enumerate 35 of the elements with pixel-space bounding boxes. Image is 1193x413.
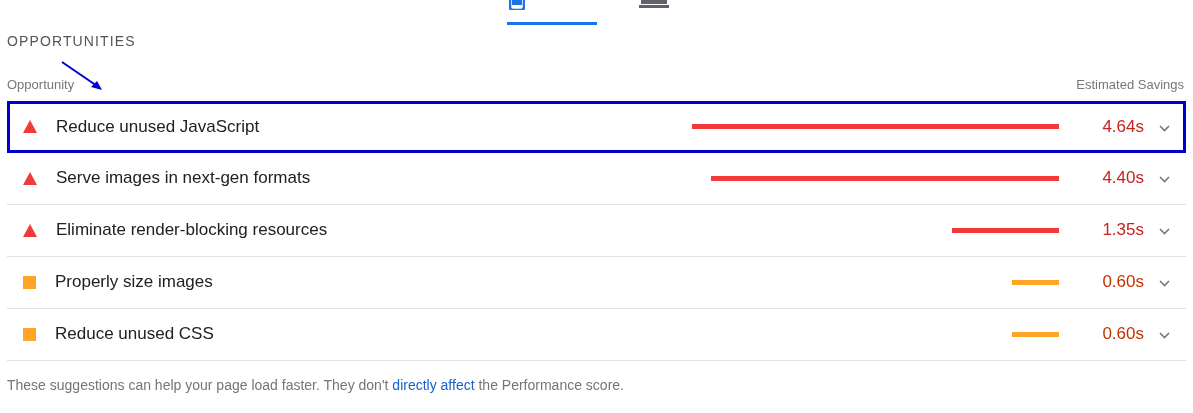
device-tab[interactable] — [506, 0, 597, 25]
chevron-down-icon[interactable] — [1159, 332, 1170, 339]
savings-value: 4.40s — [1101, 167, 1144, 190]
laptop-icon — [638, 0, 669, 8]
savings-value: 4.64s — [1101, 115, 1144, 138]
warning-triangle-icon — [23, 171, 37, 185]
opportunity-row[interactable]: Serve images in next-gen formats 4.40s — [7, 152, 1186, 205]
column-header: Estimated Savings — [1076, 76, 1184, 94]
opportunity-row[interactable]: Reduce unused JavaScript 4.64s — [7, 100, 1186, 153]
opportunity-title: Reduce unused JavaScript — [56, 115, 260, 138]
savings-bar — [1011, 279, 1059, 285]
opportunity-title: Properly size images — [55, 271, 213, 294]
chevron-down-icon[interactable] — [1159, 280, 1170, 287]
footer-note: These suggestions can help your page load faster. They don't directly affect the Performance score. — [6, 375, 625, 395]
square-icon — [23, 327, 36, 341]
chevron-down-icon[interactable] — [1159, 176, 1170, 183]
column-header: Opportunity — [7, 76, 75, 94]
opportunity-row[interactable]: Reduce unused CSS 0.60s — [7, 308, 1186, 361]
warning-triangle-icon — [23, 223, 37, 237]
opportunity-row[interactable]: Eliminate render-blocking resources 1.35s — [7, 204, 1186, 257]
savings-value: 1.35s — [1101, 219, 1144, 242]
square-icon — [23, 275, 36, 289]
opportunity-title: Eliminate render-blocking resources — [56, 219, 328, 242]
savings-bar — [1011, 331, 1059, 337]
savings-value: 0.60s — [1101, 323, 1144, 346]
chevron-down-icon[interactable] — [1159, 228, 1170, 235]
warning-triangle-icon — [23, 120, 37, 133]
opportunity-row[interactable]: Properly size images 0.60s — [7, 256, 1186, 309]
savings-value: 0.60s — [1101, 271, 1144, 294]
opportunity-title: Serve images in next-gen formats — [56, 167, 311, 190]
section-title: OPPORTUNITIES — [6, 32, 137, 51]
opportunity-title: Reduce unused CSS — [55, 323, 214, 346]
phone-icon — [508, 0, 525, 10]
chevron-down-icon[interactable] — [1159, 124, 1170, 132]
link[interactable]: directly affect — [392, 376, 475, 393]
